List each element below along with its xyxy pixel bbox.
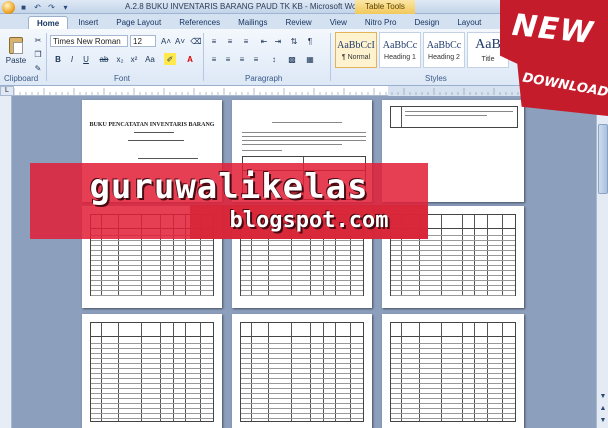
style-name: Title [481, 56, 495, 63]
customize-dropdown-icon[interactable]: ▾ [60, 2, 71, 13]
borders-icon[interactable]: ▦ [304, 53, 316, 65]
save-icon[interactable]: ■ [18, 2, 29, 13]
style-name: ¶ Normal [341, 53, 371, 61]
line-spacing-icon[interactable]: ↕ [268, 53, 280, 65]
grow-font-icon[interactable]: A˄ [160, 35, 172, 47]
change-case-icon[interactable]: Aa [144, 53, 156, 65]
tab-nitro-pro[interactable]: Nitro Pro [357, 16, 405, 29]
tab-layout[interactable]: Layout [449, 16, 489, 29]
justify-icon[interactable]: ≡ [250, 53, 262, 65]
align-center-icon[interactable]: ≡ [222, 53, 234, 65]
paste-button[interactable]: Paste [4, 32, 28, 70]
group-separator [330, 33, 331, 81]
style-preview: AaBbCc [426, 39, 462, 51]
page-thumbnail[interactable] [82, 314, 222, 428]
page-thumbnail[interactable] [382, 314, 524, 428]
document-area[interactable]: BUKU PENCATATAN INVENTARIS BARANG [12, 96, 596, 428]
copy-icon[interactable]: ❐ [32, 48, 44, 60]
tab-references[interactable]: References [171, 16, 228, 29]
vertical-ruler[interactable] [0, 96, 12, 428]
style-name: Heading 1 [384, 53, 416, 61]
tab-page-layout[interactable]: Page Layout [108, 16, 169, 29]
style-heading-1[interactable]: AaBbCc Heading 1 [379, 32, 421, 68]
styles-group-label: Styles [425, 74, 447, 83]
clipboard-icon [9, 37, 23, 54]
highlight-icon[interactable]: ✐ [164, 53, 176, 65]
strikethrough-icon[interactable]: ab [98, 53, 110, 65]
align-right-icon[interactable]: ≡ [236, 53, 248, 65]
decrease-indent-icon[interactable]: ⇤ [258, 35, 270, 47]
numbering-icon[interactable]: ≡ [224, 35, 236, 47]
styles-gallery: AaBbCcI ¶ Normal AaBbCc Heading 1 AaBbCc Head… [335, 32, 509, 68]
cut-icon[interactable]: ✂ [32, 34, 44, 46]
clipboard-group-label: Clipboard [4, 74, 39, 83]
quick-access-toolbar: ■ ↶ ↷ ▾ [2, 1, 71, 14]
format-painter-icon[interactable]: ✎ [32, 62, 44, 74]
new-download-badge: NEW DOWNLOAD [500, 0, 608, 116]
table [240, 322, 364, 422]
tab-mailings[interactable]: Mailings [230, 16, 275, 29]
text-line [272, 122, 342, 123]
undo-icon[interactable]: ↶ [32, 2, 43, 13]
sort-icon[interactable]: ⇅ [288, 35, 300, 47]
tab-selector[interactable]: L [0, 86, 14, 96]
office-button[interactable] [2, 1, 15, 14]
group-separator [46, 33, 47, 81]
table [90, 322, 214, 422]
next-page-icon[interactable]: ▼ [598, 416, 608, 426]
tab-home[interactable]: Home [28, 16, 69, 29]
page-thumbnail[interactable] [232, 314, 372, 428]
shading-icon[interactable]: ▩ [286, 53, 298, 65]
window-title: A.2.8 BUKU INVENTARIS BARANG PAUD TK KB … [125, 2, 364, 11]
style-heading-2[interactable]: AaBbCc Heading 2 [423, 32, 465, 68]
watermark-domain: blogspot.com [229, 208, 389, 233]
align-left-icon[interactable]: ≡ [208, 53, 220, 65]
font-color-icon[interactable]: A [184, 53, 196, 65]
table-tools-context: Table Tools [355, 0, 415, 14]
shrink-font-icon[interactable]: A˅ [174, 35, 186, 47]
subscript-icon[interactable]: x₂ [114, 53, 126, 65]
scroll-thumb[interactable] [598, 124, 608, 194]
show-hide-icon[interactable]: ¶ [304, 35, 316, 47]
italic-icon[interactable]: I [66, 53, 78, 65]
font-name-select[interactable]: Times New Roman [50, 35, 128, 47]
text-line [138, 158, 198, 159]
prev-page-icon[interactable]: ▲ [598, 404, 608, 414]
paste-label: Paste [5, 56, 27, 65]
bold-icon[interactable]: B [52, 53, 64, 65]
watermark-domain-banner: blogspot.com [190, 205, 428, 239]
font-group-label: Font [114, 74, 131, 83]
underline-icon[interactable]: U [80, 53, 92, 65]
paragraph-group-label: Paragraph [245, 74, 283, 83]
tab-insert[interactable]: Insert [70, 16, 106, 29]
watermark-site-name: guruwalikelas [89, 167, 369, 207]
vertical-scrollbar[interactable]: ▲ ▼ ▲ ▼ [596, 96, 608, 428]
clear-format-icon[interactable]: ⌫ [190, 35, 202, 47]
table [390, 106, 518, 128]
bullets-icon[interactable]: ≡ [208, 35, 220, 47]
group-separator [203, 33, 204, 81]
multilevel-list-icon[interactable]: ≡ [240, 35, 252, 47]
text-line [134, 132, 174, 133]
scroll-down-icon[interactable]: ▼ [598, 392, 608, 402]
redo-icon[interactable]: ↷ [46, 2, 57, 13]
style-preview: AaB [475, 37, 501, 52]
font-size-select[interactable]: 12 [130, 35, 156, 47]
table [390, 322, 516, 422]
tab-review[interactable]: Review [277, 16, 319, 29]
page-title: BUKU PENCATATAN INVENTARIS BARANG [89, 122, 215, 128]
text-line [128, 140, 184, 141]
tab-design[interactable]: Design [406, 16, 447, 29]
tab-view[interactable]: View [322, 16, 355, 29]
style-name: Heading 2 [428, 53, 460, 61]
increase-indent-icon[interactable]: ⇥ [272, 35, 284, 47]
superscript-icon[interactable]: x² [128, 53, 140, 65]
style-preview: AaBbCcI [337, 39, 375, 51]
style-preview: AaBbCc [382, 39, 418, 51]
style-normal[interactable]: AaBbCcI ¶ Normal [335, 32, 377, 68]
